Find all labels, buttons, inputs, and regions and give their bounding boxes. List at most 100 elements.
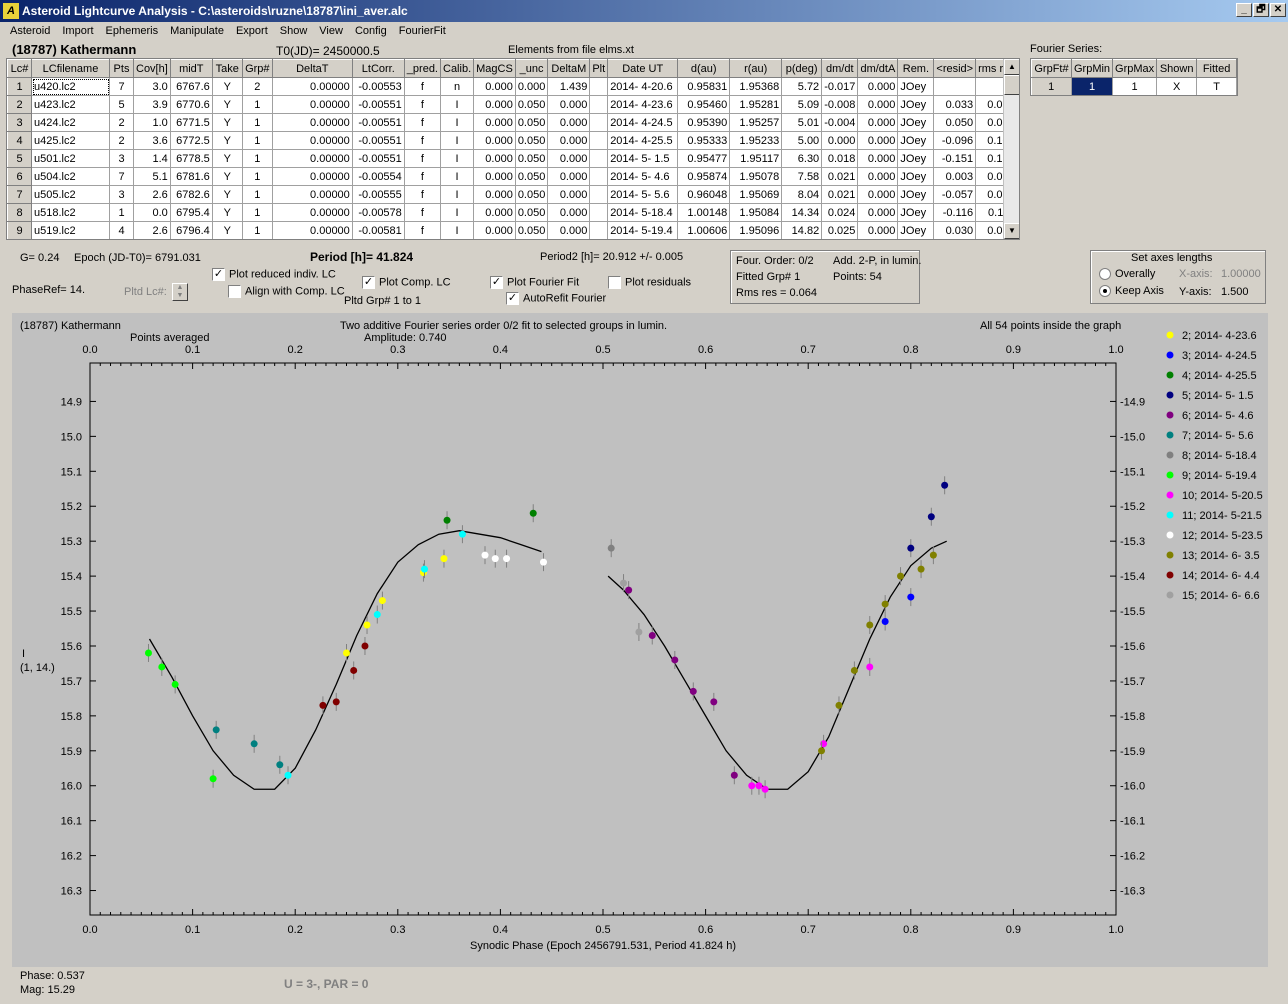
lc-col-header[interactable]: midT: [169, 59, 213, 78]
table-row[interactable]: 2 u423.lc2 5 3.9 6770.6 Y 1 0.00000 -0.00551 f I 0.…: [7, 95, 1018, 114]
table-cell[interactable]: JOey: [897, 167, 935, 186]
fourier-cell[interactable]: 1: [1112, 77, 1158, 95]
table-cell[interactable]: 6772.5: [170, 131, 213, 150]
table-cell[interactable]: 8.04: [781, 185, 823, 204]
table-cell[interactable]: u420.lc2: [31, 77, 110, 96]
table-cell[interactable]: 1: [242, 185, 273, 204]
table-cell[interactable]: JOey: [897, 185, 935, 204]
menu-ephemeris[interactable]: Ephemeris: [100, 22, 165, 41]
menu-view[interactable]: View: [313, 22, 349, 41]
table-cell[interactable]: 3: [109, 149, 134, 168]
table-cell[interactable]: 6767.6: [170, 77, 213, 96]
table-row[interactable]: 1 u420.lc2 7 3.0 6767.6 Y 2 0.00000 -0.00553 f n 0.…: [7, 77, 1018, 96]
table-cell[interactable]: -0.004: [821, 113, 859, 132]
table-cell[interactable]: [589, 185, 609, 204]
table-cell[interactable]: 14.34: [781, 203, 823, 222]
fourier-col-header[interactable]: GrpMin: [1070, 59, 1114, 78]
table-cell[interactable]: 0.000: [473, 185, 516, 204]
table-cell[interactable]: f: [404, 185, 442, 204]
lc-col-header[interactable]: _pred.: [403, 59, 442, 78]
table-cell[interactable]: Y: [212, 113, 243, 132]
table-row[interactable]: 9 u519.lc2 4 2.6 6796.4 Y 1 0.00000 -0.00581 f I 0.…: [7, 221, 1018, 239]
plot-fourier-checkbox[interactable]: ✓ Plot Fourier Fit: [490, 276, 579, 289]
table-cell[interactable]: u505.lc2: [31, 185, 110, 204]
yaxis-input[interactable]: 1.500: [1221, 286, 1249, 298]
table-cell[interactable]: 2014- 5- 5.6: [607, 185, 679, 204]
menu-asteroid[interactable]: Asteroid: [4, 22, 56, 41]
table-cell[interactable]: -0.00555: [352, 185, 405, 204]
table-cell[interactable]: -0.00551: [352, 95, 405, 114]
table-cell[interactable]: 0.000: [547, 95, 591, 114]
fourier-cell[interactable]: 1: [1031, 77, 1072, 95]
row-header[interactable]: 6: [7, 167, 32, 186]
table-cell[interactable]: -0.00551: [352, 149, 405, 168]
table-cell[interactable]: 0.050: [515, 185, 549, 204]
table-cell[interactable]: JOey: [897, 221, 935, 239]
table-cell[interactable]: 0.95390: [677, 113, 731, 132]
table-cell[interactable]: 0.000: [473, 131, 516, 150]
table-cell[interactable]: 0.003: [933, 167, 977, 186]
row-header[interactable]: 1: [7, 77, 32, 96]
menu-fourierfit[interactable]: FourierFit: [393, 22, 452, 41]
fourier-col-header[interactable]: GrpFt#: [1031, 59, 1072, 78]
table-cell[interactable]: 0.050: [933, 113, 977, 132]
table-cell[interactable]: 1.0: [133, 113, 171, 132]
table-row[interactable]: 3 u424.lc2 2 1.0 6771.5 Y 1 0.00000 -0.00551 f I 0.…: [7, 113, 1018, 132]
table-cell[interactable]: 2.6: [133, 221, 171, 239]
table-cell[interactable]: 2014- 4-24.5: [607, 113, 679, 132]
table-cell[interactable]: 0.00000: [272, 221, 353, 239]
table-cell[interactable]: 0.050: [515, 95, 549, 114]
table-cell[interactable]: 0.00000: [272, 167, 353, 186]
table-cell[interactable]: JOey: [897, 203, 935, 222]
table-cell[interactable]: 0.000: [547, 167, 591, 186]
table-row[interactable]: 8 u518.lc2 1 0.0 6795.4 Y 1 0.00000 -0.00578 f I 0.…: [7, 203, 1018, 222]
table-cell[interactable]: 0.000: [857, 221, 899, 239]
row-header[interactable]: 7: [7, 185, 32, 204]
table-cell[interactable]: 6781.6: [170, 167, 213, 186]
table-cell[interactable]: 0.000: [857, 203, 899, 222]
table-cell[interactable]: [589, 77, 609, 96]
table-cell[interactable]: 0.00000: [272, 113, 353, 132]
table-cell[interactable]: f: [404, 131, 442, 150]
table-cell[interactable]: 0.000: [857, 95, 899, 114]
table-cell[interactable]: u501.lc2: [31, 149, 110, 168]
table-cell[interactable]: JOey: [897, 95, 935, 114]
table-cell[interactable]: 6782.6: [170, 185, 213, 204]
table-cell[interactable]: 5.72: [781, 77, 823, 96]
table-cell[interactable]: f: [404, 221, 442, 239]
table-cell[interactable]: 0.000: [857, 131, 899, 150]
table-cell[interactable]: 1: [242, 203, 273, 222]
table-cell[interactable]: 2: [109, 131, 134, 150]
table-cell[interactable]: u519.lc2: [31, 221, 110, 239]
table-cell[interactable]: 0.050: [515, 167, 549, 186]
lc-col-header[interactable]: LtCorr.: [351, 59, 405, 78]
overally-radio[interactable]: Overally: [1099, 268, 1155, 281]
scroll-down-icon[interactable]: ▼: [1004, 223, 1019, 239]
table-cell[interactable]: 0.95460: [677, 95, 731, 114]
table-cell[interactable]: 0.000: [857, 185, 899, 204]
table-cell[interactable]: Y: [212, 167, 243, 186]
table-cell[interactable]: f: [404, 95, 442, 114]
table-cell[interactable]: 0.025: [821, 221, 859, 239]
lc-col-header[interactable]: dm/dtA: [857, 59, 899, 78]
lc-col-header[interactable]: r(au): [729, 59, 783, 78]
table-cell[interactable]: u423.lc2: [31, 95, 110, 114]
table-cell[interactable]: [589, 131, 609, 150]
table-cell[interactable]: 0.050: [515, 221, 549, 239]
table-cell[interactable]: 0.050: [515, 131, 549, 150]
table-cell[interactable]: 3.0: [133, 77, 171, 96]
maximize-button[interactable]: 🗗: [1253, 3, 1269, 17]
table-cell[interactable]: 1.00606: [677, 221, 731, 239]
table-cell[interactable]: 6778.5: [170, 149, 213, 168]
table-cell[interactable]: 0.018: [821, 149, 859, 168]
table-cell[interactable]: -0.008: [821, 95, 859, 114]
table-cell[interactable]: 0.030: [933, 221, 977, 239]
table-cell[interactable]: Y: [212, 185, 243, 204]
table-cell[interactable]: 2014- 5-18.4: [607, 203, 679, 222]
table-cell[interactable]: n: [440, 77, 475, 96]
table-cell[interactable]: Y: [212, 221, 243, 239]
row-header[interactable]: 8: [7, 203, 32, 222]
table-cell[interactable]: 1.95368: [729, 77, 783, 96]
table-cell[interactable]: 3: [109, 185, 134, 204]
table-cell[interactable]: Y: [212, 77, 243, 96]
